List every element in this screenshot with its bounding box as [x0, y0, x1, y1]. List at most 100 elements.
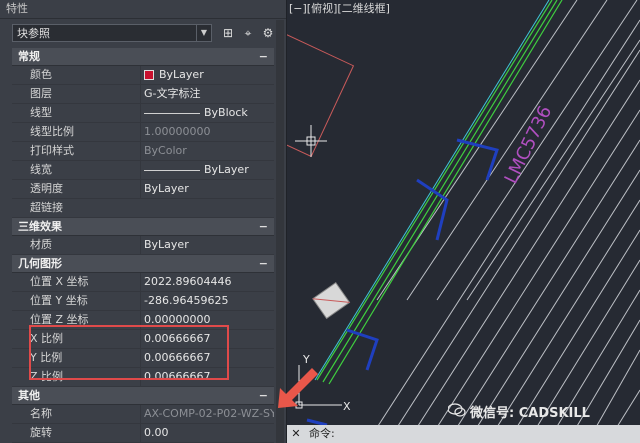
property-sections: 常规 − 颜色 ByLayer 图层 G-文字标注线型 ByBlock 线型比例 1.00000… — [12, 48, 274, 443]
selector-row: 块参照 ▼ ⊞ ⌖ ⚙ — [0, 20, 286, 48]
property-value[interactable]: 0.00666667 — [140, 349, 274, 367]
property-row[interactable]: 线宽 ByLayer — [12, 161, 274, 180]
command-line[interactable]: ✕ 命令: — [287, 425, 640, 443]
property-value[interactable]: 0.00666667 — [140, 368, 274, 386]
property-value-text: ByLayer — [144, 238, 189, 251]
section-title: 几何图形 — [18, 257, 62, 270]
property-row[interactable]: X 比例 0.00666667 — [12, 330, 274, 349]
property-value-text: 0.00000000 — [144, 313, 211, 326]
property-value[interactable]: ByBlock — [140, 104, 274, 122]
property-row[interactable]: 材质 ByLayer — [12, 236, 274, 255]
ucs-x-label: X — [343, 400, 351, 413]
green-boundary — [316, 0, 563, 385]
property-value-text: 0.00666667 — [144, 351, 211, 364]
property-value-text: ByLayer — [144, 182, 189, 195]
property-name: Y 比例 — [30, 351, 63, 364]
block-reference-glyph — [312, 282, 351, 320]
property-name: 超链接 — [30, 201, 63, 214]
property-value-text: 0.00666667 — [144, 370, 211, 383]
property-name: 颜色 — [30, 68, 52, 81]
viewport-label[interactable]: [−][俯视][二维线框] — [289, 0, 390, 16]
linetype-preview-icon — [144, 112, 200, 114]
property-value-text: 2022.89604446 — [144, 275, 232, 288]
chevron-down-icon[interactable]: ▼ — [196, 25, 211, 41]
property-row[interactable]: 图层 G-文字标注 — [12, 85, 274, 104]
property-name: 位置 Z 坐标 — [30, 313, 89, 326]
property-value[interactable]: ByLayer — [140, 180, 274, 198]
property-value[interactable]: ByLayer — [140, 161, 274, 179]
property-row[interactable]: 位置 Z 坐标 0.00000000 — [12, 311, 274, 330]
property-name: 透明度 — [30, 182, 63, 195]
block-annotation-text: LMC5736 — [501, 103, 557, 188]
section-title: 常规 — [18, 50, 40, 63]
section-title: 其他 — [18, 389, 40, 402]
property-value[interactable]: -286.96459625 — [140, 292, 274, 310]
section-header[interactable]: 其他 − — [12, 387, 274, 405]
property-name: Z 比例 — [30, 370, 64, 383]
collapse-icon[interactable]: − — [259, 218, 268, 235]
collapse-icon[interactable]: − — [259, 48, 268, 65]
object-type-select[interactable]: 块参照 ▼ — [12, 24, 212, 42]
property-value-text: 1.00000000 — [144, 125, 211, 138]
property-name: 线宽 — [30, 163, 52, 176]
property-row[interactable]: 线型比例 1.00000000 — [12, 123, 274, 142]
property-row[interactable]: Y 比例 0.00666667 — [12, 349, 274, 368]
section-header[interactable]: 常规 − — [12, 48, 274, 66]
property-name: 旋转 — [30, 426, 52, 439]
linetype-preview-icon — [144, 169, 200, 171]
drawing-viewport[interactable]: LMC5736 Y X [−][俯视][二维线框] — [287, 0, 640, 443]
property-value[interactable]: AX-COMP-02-P02-WZ-SY — [140, 405, 274, 423]
property-value-text: ByColor — [144, 144, 187, 157]
close-icon[interactable]: ✕ — [289, 425, 303, 443]
property-value[interactable]: ByLayer — [140, 66, 274, 84]
select-objects-icon[interactable]: ⌖ — [240, 25, 256, 41]
property-row[interactable]: 打印样式 ByColor — [12, 142, 274, 161]
collapse-icon[interactable]: − — [259, 387, 268, 404]
property-name: 位置 X 坐标 — [30, 275, 89, 288]
property-row[interactable]: 超链接 — [12, 199, 274, 218]
property-row[interactable]: 旋转 0.00 — [12, 424, 274, 443]
quick-select-icon[interactable]: ⚙ — [260, 25, 276, 41]
object-type-value: 块参照 — [17, 27, 50, 40]
wechat-icon — [448, 403, 466, 417]
property-name: 名称 — [30, 407, 52, 420]
property-value-text: AX-COMP-02-P02-WZ-SY — [144, 407, 274, 420]
property-value-text: 0.00 — [144, 426, 169, 439]
section-title: 三维效果 — [18, 220, 62, 233]
property-value[interactable]: ByColor — [140, 142, 274, 160]
property-row[interactable]: 颜色 ByLayer — [12, 66, 274, 85]
selection-block — [287, 27, 355, 158]
property-value[interactable]: G-文字标注 — [140, 85, 274, 103]
property-name: 打印样式 — [30, 144, 74, 157]
section-header[interactable]: 三维效果 − — [12, 218, 274, 236]
section-header[interactable]: 几何图形 − — [12, 255, 274, 273]
property-value-text: ByLayer — [159, 68, 204, 81]
property-row[interactable]: 位置 Y 坐标 -286.96459625 — [12, 292, 274, 311]
property-value[interactable]: 2022.89604446 — [140, 273, 274, 291]
property-value[interactable]: 0.00 — [140, 424, 274, 442]
property-row[interactable]: 位置 X 坐标 2022.89604446 — [12, 273, 274, 292]
toggle-pickadd-icon[interactable]: ⊞ — [220, 25, 236, 41]
crosshair-cursor — [295, 125, 327, 157]
hatch-lines — [366, 0, 640, 443]
property-row[interactable]: Z 比例 0.00666667 — [12, 368, 274, 387]
property-row[interactable]: 透明度 ByLayer — [12, 180, 274, 199]
property-value-text: G-文字标注 — [144, 87, 201, 100]
property-value[interactable]: 0.00000000 — [140, 311, 274, 329]
panel-title: 特性 — [0, 0, 286, 19]
watermark-text: 微信号: CADSKILL — [470, 406, 590, 421]
property-name: 图层 — [30, 87, 52, 100]
property-name: 材质 — [30, 238, 52, 251]
property-name: X 比例 — [30, 332, 64, 345]
property-value[interactable]: ByLayer — [140, 236, 274, 254]
property-row[interactable]: 线型 ByBlock — [12, 104, 274, 123]
property-value[interactable]: 1.00000000 — [140, 123, 274, 141]
collapse-icon[interactable]: − — [259, 255, 268, 272]
command-prompt: 命令: — [309, 427, 335, 440]
drawing-canvas: LMC5736 Y X — [287, 0, 640, 443]
properties-panel: 特性 块参照 ▼ ⊞ ⌖ ⚙ 常规 − 颜色 ByLayer 图层 G-文字标注线型 ByB… — [0, 0, 287, 443]
property-value[interactable]: 0.00666667 — [140, 330, 274, 348]
property-row[interactable]: 名称 AX-COMP-02-P02-WZ-SY — [12, 405, 274, 424]
property-name: 位置 Y 坐标 — [30, 294, 88, 307]
property-value-text: -286.96459625 — [144, 294, 229, 307]
